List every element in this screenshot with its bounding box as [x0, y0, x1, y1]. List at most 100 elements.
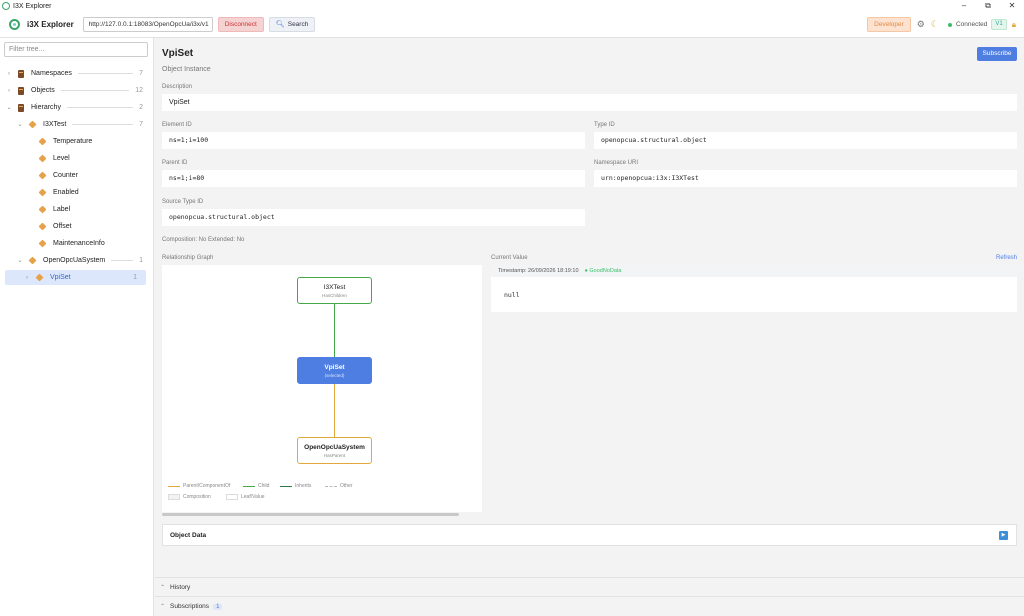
object-icon: [35, 273, 44, 282]
tree-item-label: MaintenanceInfo: [53, 240, 105, 247]
filter-tree-input[interactable]: Filter tree...: [4, 42, 148, 57]
folder-icon: [18, 86, 24, 95]
legend-swatch: [280, 485, 292, 487]
tree-divider: [72, 124, 134, 125]
legend-swatch: [243, 485, 255, 487]
page-title: VpiSet: [162, 48, 194, 59]
disconnect-button[interactable]: Disconnect: [217, 17, 264, 32]
chevron-up-icon[interactable]: ⌃: [160, 604, 165, 610]
search-button-label: Search: [287, 21, 309, 28]
current-value-panel: Timestamp: 26/09/2026 18:19:10 ● GoodNoDa…: [491, 265, 1017, 312]
subscriptions-bar[interactable]: ⌃ Subscriptions 1: [155, 596, 1024, 615]
timestamp: Timestamp: 26/09/2026 18:19:10: [498, 268, 579, 274]
tree-item-count: 12: [135, 87, 143, 94]
tree-item-label: Objects: [31, 87, 55, 94]
object-data-section[interactable]: Object Data ▶: [162, 524, 1017, 546]
sidebar: Filter tree... › Namespaces 7 › Objects …: [0, 38, 154, 616]
tree-item-level[interactable]: Level: [34, 151, 143, 166]
window-controls: – ⧉ ✕: [952, 0, 1024, 12]
tree-item-maintenanceinfo[interactable]: MaintenanceInfo: [34, 236, 143, 251]
chevron-down-icon[interactable]: ⌄: [5, 104, 13, 111]
chevron-right-icon[interactable]: ›: [5, 88, 13, 94]
legend-inherits: Inherits: [280, 483, 311, 489]
tree-item-temperature[interactable]: Temperature: [34, 134, 143, 149]
relationship-graph-label: Relationship Graph: [162, 255, 214, 261]
tree-item-label: Offset: [53, 223, 72, 230]
window-titlebar: I3X Explorer – ⧉ ✕: [0, 0, 1024, 12]
namespace-uri-label: Namespace URI: [594, 160, 639, 166]
subscribe-button[interactable]: Subscribe: [977, 47, 1017, 61]
connection-status: Connected: [955, 21, 988, 28]
quality-badge: ● GoodNoData: [584, 268, 622, 274]
legend-label: Composition: [183, 494, 211, 500]
server-url-input[interactable]: http://127.0.0.1:18083/OpenOpcUa/i3x/v1: [82, 17, 213, 32]
tree-item-count: 2: [139, 104, 143, 111]
legend-child: Child: [243, 483, 269, 489]
graph-node-name: OpenOpcUaSystem: [304, 444, 365, 451]
app-icon: [2, 2, 10, 10]
tree-item-hierarchy[interactable]: ⌄ Hierarchy 2: [5, 100, 143, 115]
tree-item-counter[interactable]: Counter: [34, 168, 143, 183]
variable-icon: [38, 154, 47, 163]
graph-node-i3xtest[interactable]: I3XTest HasChildren: [297, 277, 372, 304]
maximize-button[interactable]: ⧉: [976, 0, 1000, 12]
legend-label: Parent/ComponentOf: [183, 483, 231, 489]
tree-divider: [77, 73, 134, 74]
theme-toggle-icon[interactable]: ☾: [931, 19, 939, 30]
variable-icon: [38, 188, 47, 197]
tree-item-vpiset[interactable]: › VpiSet 1: [5, 270, 146, 285]
tree-item-label: Temperature: [53, 138, 93, 145]
history-bar[interactable]: ⌃ History: [155, 577, 1024, 596]
tree-item-objects[interactable]: › Objects 12: [5, 83, 143, 98]
tree-item-namespaces[interactable]: › Namespaces 7: [5, 66, 143, 81]
subscriptions-label: Subscriptions: [170, 603, 210, 610]
minimize-button[interactable]: –: [952, 0, 976, 12]
legend-label: Leaf/Value: [241, 494, 265, 500]
history-label: History: [170, 584, 191, 591]
chevron-down-icon[interactable]: ⌄: [16, 121, 24, 128]
graph-node-vpiset[interactable]: VpiSet (selected): [297, 357, 372, 384]
developer-button[interactable]: Developer: [867, 17, 911, 32]
composition-info: Composition: No Extended: No: [162, 237, 245, 243]
tree-item-i3xtest[interactable]: ⌄ I3XTest 7: [16, 117, 143, 132]
chevron-right-icon[interactable]: ›: [23, 275, 31, 281]
legend-leaf: Leaf/Value: [226, 494, 265, 500]
app-header: i3X Explorer http://127.0.0.1:18083/Open…: [0, 12, 1024, 38]
variable-icon: [38, 222, 47, 231]
legend-label: Other: [340, 483, 353, 489]
logo-icon: [9, 19, 20, 30]
legend-label: Child: [258, 483, 270, 489]
chevron-up-icon[interactable]: ⌃: [160, 585, 165, 591]
gear-icon[interactable]: ⚙: [917, 19, 925, 30]
tree-item-openopcuasystem[interactable]: ⌄ OpenOpcUaSystem 1: [16, 253, 143, 268]
current-value-label: Current Value: [491, 255, 528, 261]
current-value: null: [504, 291, 520, 299]
current-value-header: Timestamp: 26/09/2026 18:19:10 ● GoodNoDa…: [491, 265, 1017, 277]
tree-item-label: VpiSet: [50, 274, 71, 281]
graph-node-rel: HasParent: [323, 453, 346, 458]
search-button[interactable]: 🔍︎ Search: [268, 17, 316, 32]
chevron-down-icon[interactable]: ⌄: [16, 257, 24, 264]
graph-scrollbar[interactable]: [162, 513, 459, 516]
legend-swatch: [325, 485, 337, 487]
refresh-link[interactable]: Refresh: [996, 255, 1017, 261]
object-icon: [28, 120, 37, 129]
variable-icon: [38, 171, 47, 180]
tree-item-label: I3XTest: [43, 121, 67, 128]
tree-item-label: OpenOpcUaSystem: [43, 257, 106, 264]
close-button[interactable]: ✕: [1000, 0, 1024, 12]
relationship-graph[interactable]: I3XTest HasChildren VpiSet (selected) Op…: [162, 265, 482, 516]
tree-item-label[interactable]: Label: [34, 202, 143, 217]
graph-node-openopcuasystem[interactable]: OpenOpcUaSystem HasParent: [297, 437, 372, 464]
play-icon[interactable]: ▶: [999, 531, 1008, 540]
version-badge: V1: [991, 19, 1007, 30]
tree-item-enabled[interactable]: Enabled: [34, 185, 143, 200]
graph-node-rel: (selected): [324, 373, 345, 378]
tree-item-label: Hierarchy: [31, 104, 61, 111]
chevron-right-icon[interactable]: ›: [5, 71, 13, 77]
lock-icon[interactable]: 🔒︎: [1012, 20, 1016, 30]
legend-box: [226, 494, 238, 500]
legend-parent: Parent/ComponentOf: [168, 483, 230, 489]
tree-item-offset[interactable]: Offset: [34, 219, 143, 234]
tree-item-count: 7: [139, 70, 143, 77]
